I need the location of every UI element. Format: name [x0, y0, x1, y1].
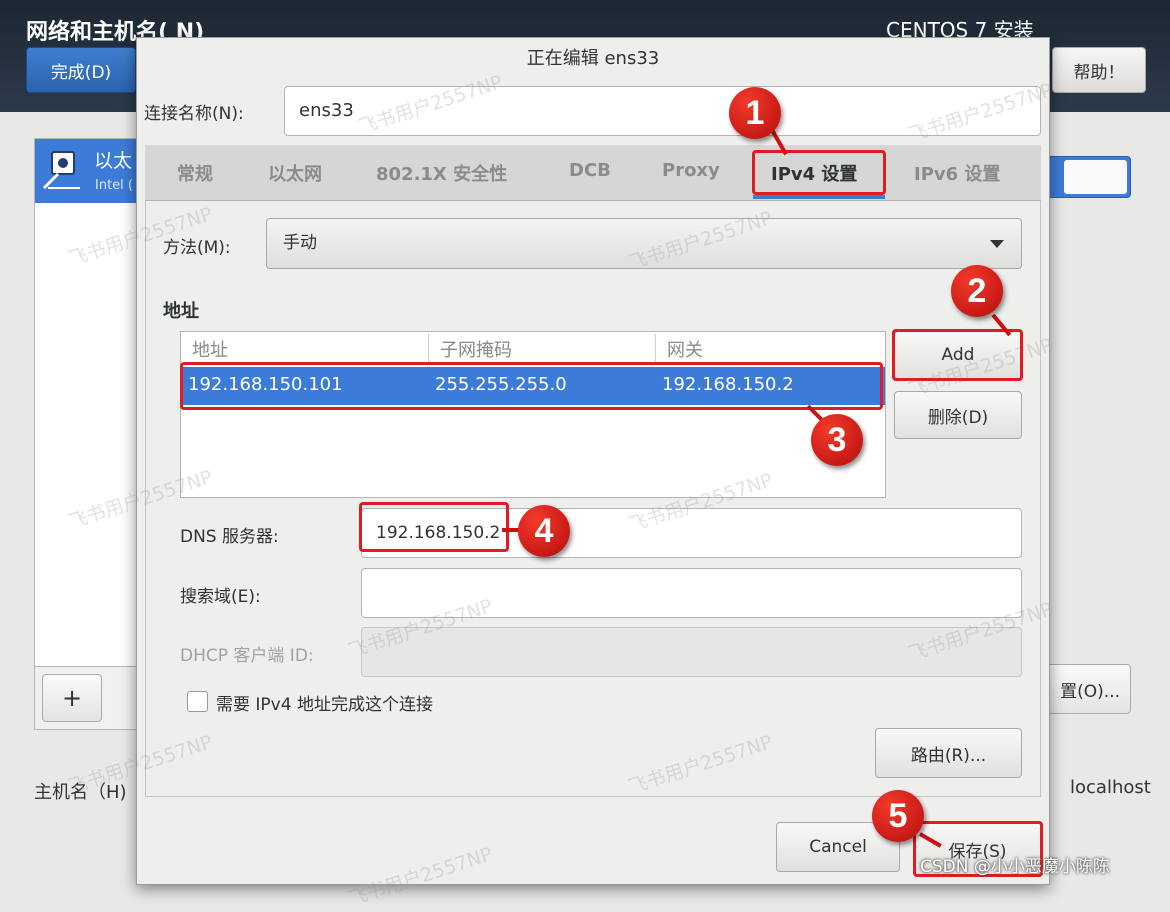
active-tab-indicator: [753, 195, 885, 199]
connection-name-label: 连接名称(N):: [144, 104, 244, 124]
tab-proxy[interactable]: Proxy: [662, 160, 720, 181]
configure-button[interactable]: 置(O)...: [1046, 664, 1131, 714]
help-button[interactable]: 帮助！: [1052, 47, 1146, 93]
column-divider: [655, 334, 656, 364]
tab-dcb[interactable]: DCB: [569, 160, 611, 181]
require-ipv4-checkbox[interactable]: [187, 691, 208, 712]
step-2-badge: 2: [951, 265, 1003, 317]
address-table: [180, 331, 886, 498]
column-header-gateway[interactable]: 网关: [667, 336, 703, 362]
column-header-address[interactable]: 地址: [192, 336, 228, 362]
network-device-subtitle: Intel (: [95, 178, 133, 193]
routes-button[interactable]: 路由(R)...: [875, 728, 1022, 778]
network-device-name: 以太: [94, 150, 133, 172]
dhcp-client-id-label: DHCP 客户端 ID:: [180, 646, 314, 666]
step-5-badge: 5: [872, 790, 924, 842]
chevron-down-icon: [990, 240, 1004, 248]
step-4-badge: 4: [518, 505, 570, 557]
highlight-ipv4-tab: [752, 150, 886, 195]
tab-general[interactable]: 常规: [177, 160, 213, 186]
tab-ethernet[interactable]: 以太网: [268, 160, 322, 186]
dns-servers-label: DNS 服务器:: [180, 527, 279, 547]
dialog-title: 正在编辑 ens33: [526, 48, 660, 69]
ethernet-icon: [40, 146, 86, 192]
toggle-knob: [1064, 160, 1127, 194]
tab-ipv6-settings[interactable]: IPv6 设置: [914, 160, 1000, 186]
address-section-heading: 地址: [163, 301, 199, 322]
highlight-address-row: [180, 362, 883, 410]
done-button[interactable]: 完成(D): [26, 47, 136, 93]
credit-watermark: CSDN @小小恶魔小陈陈: [920, 857, 1110, 877]
highlight-add-button: [892, 329, 1023, 381]
column-header-netmask[interactable]: 子网掩码: [440, 336, 512, 362]
tab-8021x-security[interactable]: 802.1X 安全性: [376, 160, 507, 186]
step-3-badge: 3: [811, 414, 863, 466]
highlight-dns-value: [359, 502, 509, 552]
add-device-button[interactable]: +: [42, 674, 102, 722]
search-domains-label: 搜索域(E):: [180, 587, 261, 607]
step-1-badge: 1: [729, 87, 781, 139]
column-divider: [428, 334, 429, 364]
hostname-value: localhost: [1070, 777, 1151, 798]
require-ipv4-label[interactable]: 需要 IPv4 地址完成这个连接: [216, 690, 433, 715]
